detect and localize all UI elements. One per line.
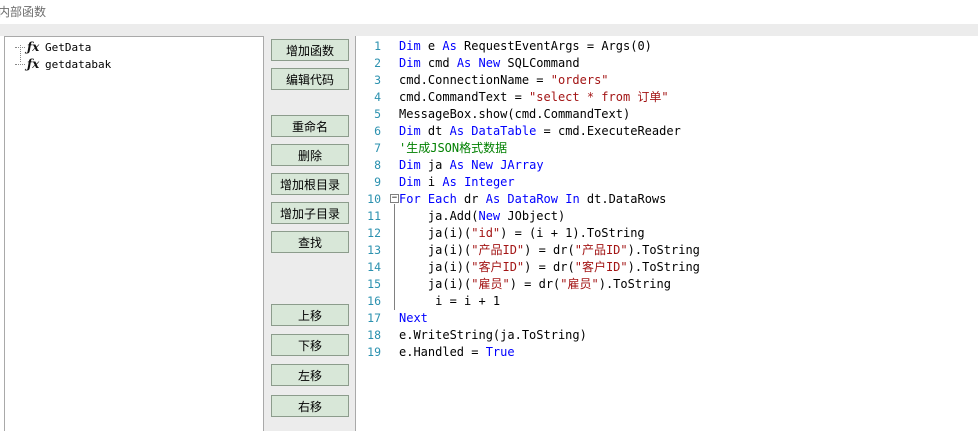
move-down-button[interactable]: 下移 <box>271 334 349 356</box>
edit-code-button[interactable]: 编辑代码 <box>271 68 349 90</box>
line-number: 9 <box>374 175 381 189</box>
find-button[interactable]: 查找 <box>271 231 349 253</box>
code-line[interactable]: ja.Add(New JObject) <box>399 208 565 225</box>
tree-item-label: getdatabak <box>45 57 112 71</box>
code-line[interactable]: i = i + 1 <box>399 293 500 310</box>
code-line[interactable]: cmd.ConnectionName = "orders" <box>399 72 609 89</box>
code-line[interactable]: For Each dr As DataRow In dt.DataRows <box>399 191 666 208</box>
code-line[interactable]: Next <box>399 310 428 327</box>
line-number: 5 <box>374 107 381 121</box>
line-number: 4 <box>374 90 381 104</box>
line-number: 13 <box>367 243 381 257</box>
code-editor[interactable]: − 1 Dim e As RequestEventArgs = Args(0) 2 D… <box>357 36 978 431</box>
line-number: 1 <box>374 39 381 53</box>
top-band <box>0 24 978 36</box>
rename-button[interactable]: 重命名 <box>271 115 349 137</box>
line-number: 18 <box>367 328 381 342</box>
tree-item-getdatabak[interactable]: ƒx getdatabak <box>15 56 111 72</box>
line-number: 6 <box>374 124 381 138</box>
tree-item-getdata[interactable]: ƒx GetData <box>15 39 91 55</box>
function-icon: ƒx <box>27 57 40 71</box>
code-line[interactable]: Dim e As RequestEventArgs = Args(0) <box>399 38 652 55</box>
line-number: 14 <box>367 260 381 274</box>
function-icon: ƒx <box>27 40 40 54</box>
fold-toggle-icon[interactable]: − <box>390 194 399 203</box>
fold-guide <box>394 204 395 310</box>
line-number: 2 <box>374 56 381 70</box>
code-line[interactable]: ja(i)("雇员") = dr("雇员").ToString <box>399 276 671 293</box>
line-number: 10 <box>367 192 381 206</box>
tree-item-label: GetData <box>45 40 92 54</box>
code-line[interactable]: Dim i As Integer <box>399 174 515 191</box>
code-line[interactable]: ja(i)("id") = (i + 1).ToString <box>399 225 645 242</box>
line-number: 16 <box>367 294 381 308</box>
delete-button[interactable]: 删除 <box>271 144 349 166</box>
button-panel: 增加函数 编辑代码 重命名 删除 增加根目录 增加子目录 查找 上移 下移 左移… <box>264 36 356 431</box>
line-number: 8 <box>374 158 381 172</box>
line-number: 7 <box>374 141 381 155</box>
line-number: 15 <box>367 277 381 291</box>
code-line[interactable]: Dim cmd As New SQLCommand <box>399 55 580 72</box>
line-number: 12 <box>367 226 381 240</box>
line-number: 11 <box>367 209 381 223</box>
function-tree[interactable]: ƒx GetData ƒx getdatabak <box>4 36 264 431</box>
add-function-button[interactable]: 增加函数 <box>271 39 349 61</box>
code-line[interactable]: Dim dt As DataTable = cmd.ExecuteReader <box>399 123 681 140</box>
add-sub-dir-button[interactable]: 增加子目录 <box>271 202 349 224</box>
code-line[interactable]: e.WriteString(ja.ToString) <box>399 327 587 344</box>
move-right-button[interactable]: 右移 <box>271 395 349 417</box>
line-number: 19 <box>367 345 381 359</box>
code-line[interactable]: Dim ja As New JArray <box>399 157 544 174</box>
code-line[interactable]: MessageBox.show(cmd.CommandText) <box>399 106 630 123</box>
code-line[interactable]: ja(i)("产品ID") = dr("产品ID").ToString <box>399 242 700 259</box>
line-number: 3 <box>374 73 381 87</box>
move-left-button[interactable]: 左移 <box>271 364 349 386</box>
tree-branch <box>15 63 25 65</box>
code-line[interactable]: '生成JSON格式数据 <box>399 140 507 157</box>
code-line[interactable]: e.Handled = True <box>399 344 515 361</box>
tree-branch <box>15 46 25 48</box>
title-bar: 内部函数 <box>0 0 978 24</box>
code-line[interactable]: ja(i)("客户ID") = dr("客户ID").ToString <box>399 259 700 276</box>
add-root-dir-button[interactable]: 增加根目录 <box>271 173 349 195</box>
move-up-button[interactable]: 上移 <box>271 304 349 326</box>
line-number: 17 <box>367 311 381 325</box>
code-line[interactable]: cmd.CommandText = "select * from 订单" <box>399 89 669 106</box>
window-title: 内部函数 <box>0 5 47 19</box>
